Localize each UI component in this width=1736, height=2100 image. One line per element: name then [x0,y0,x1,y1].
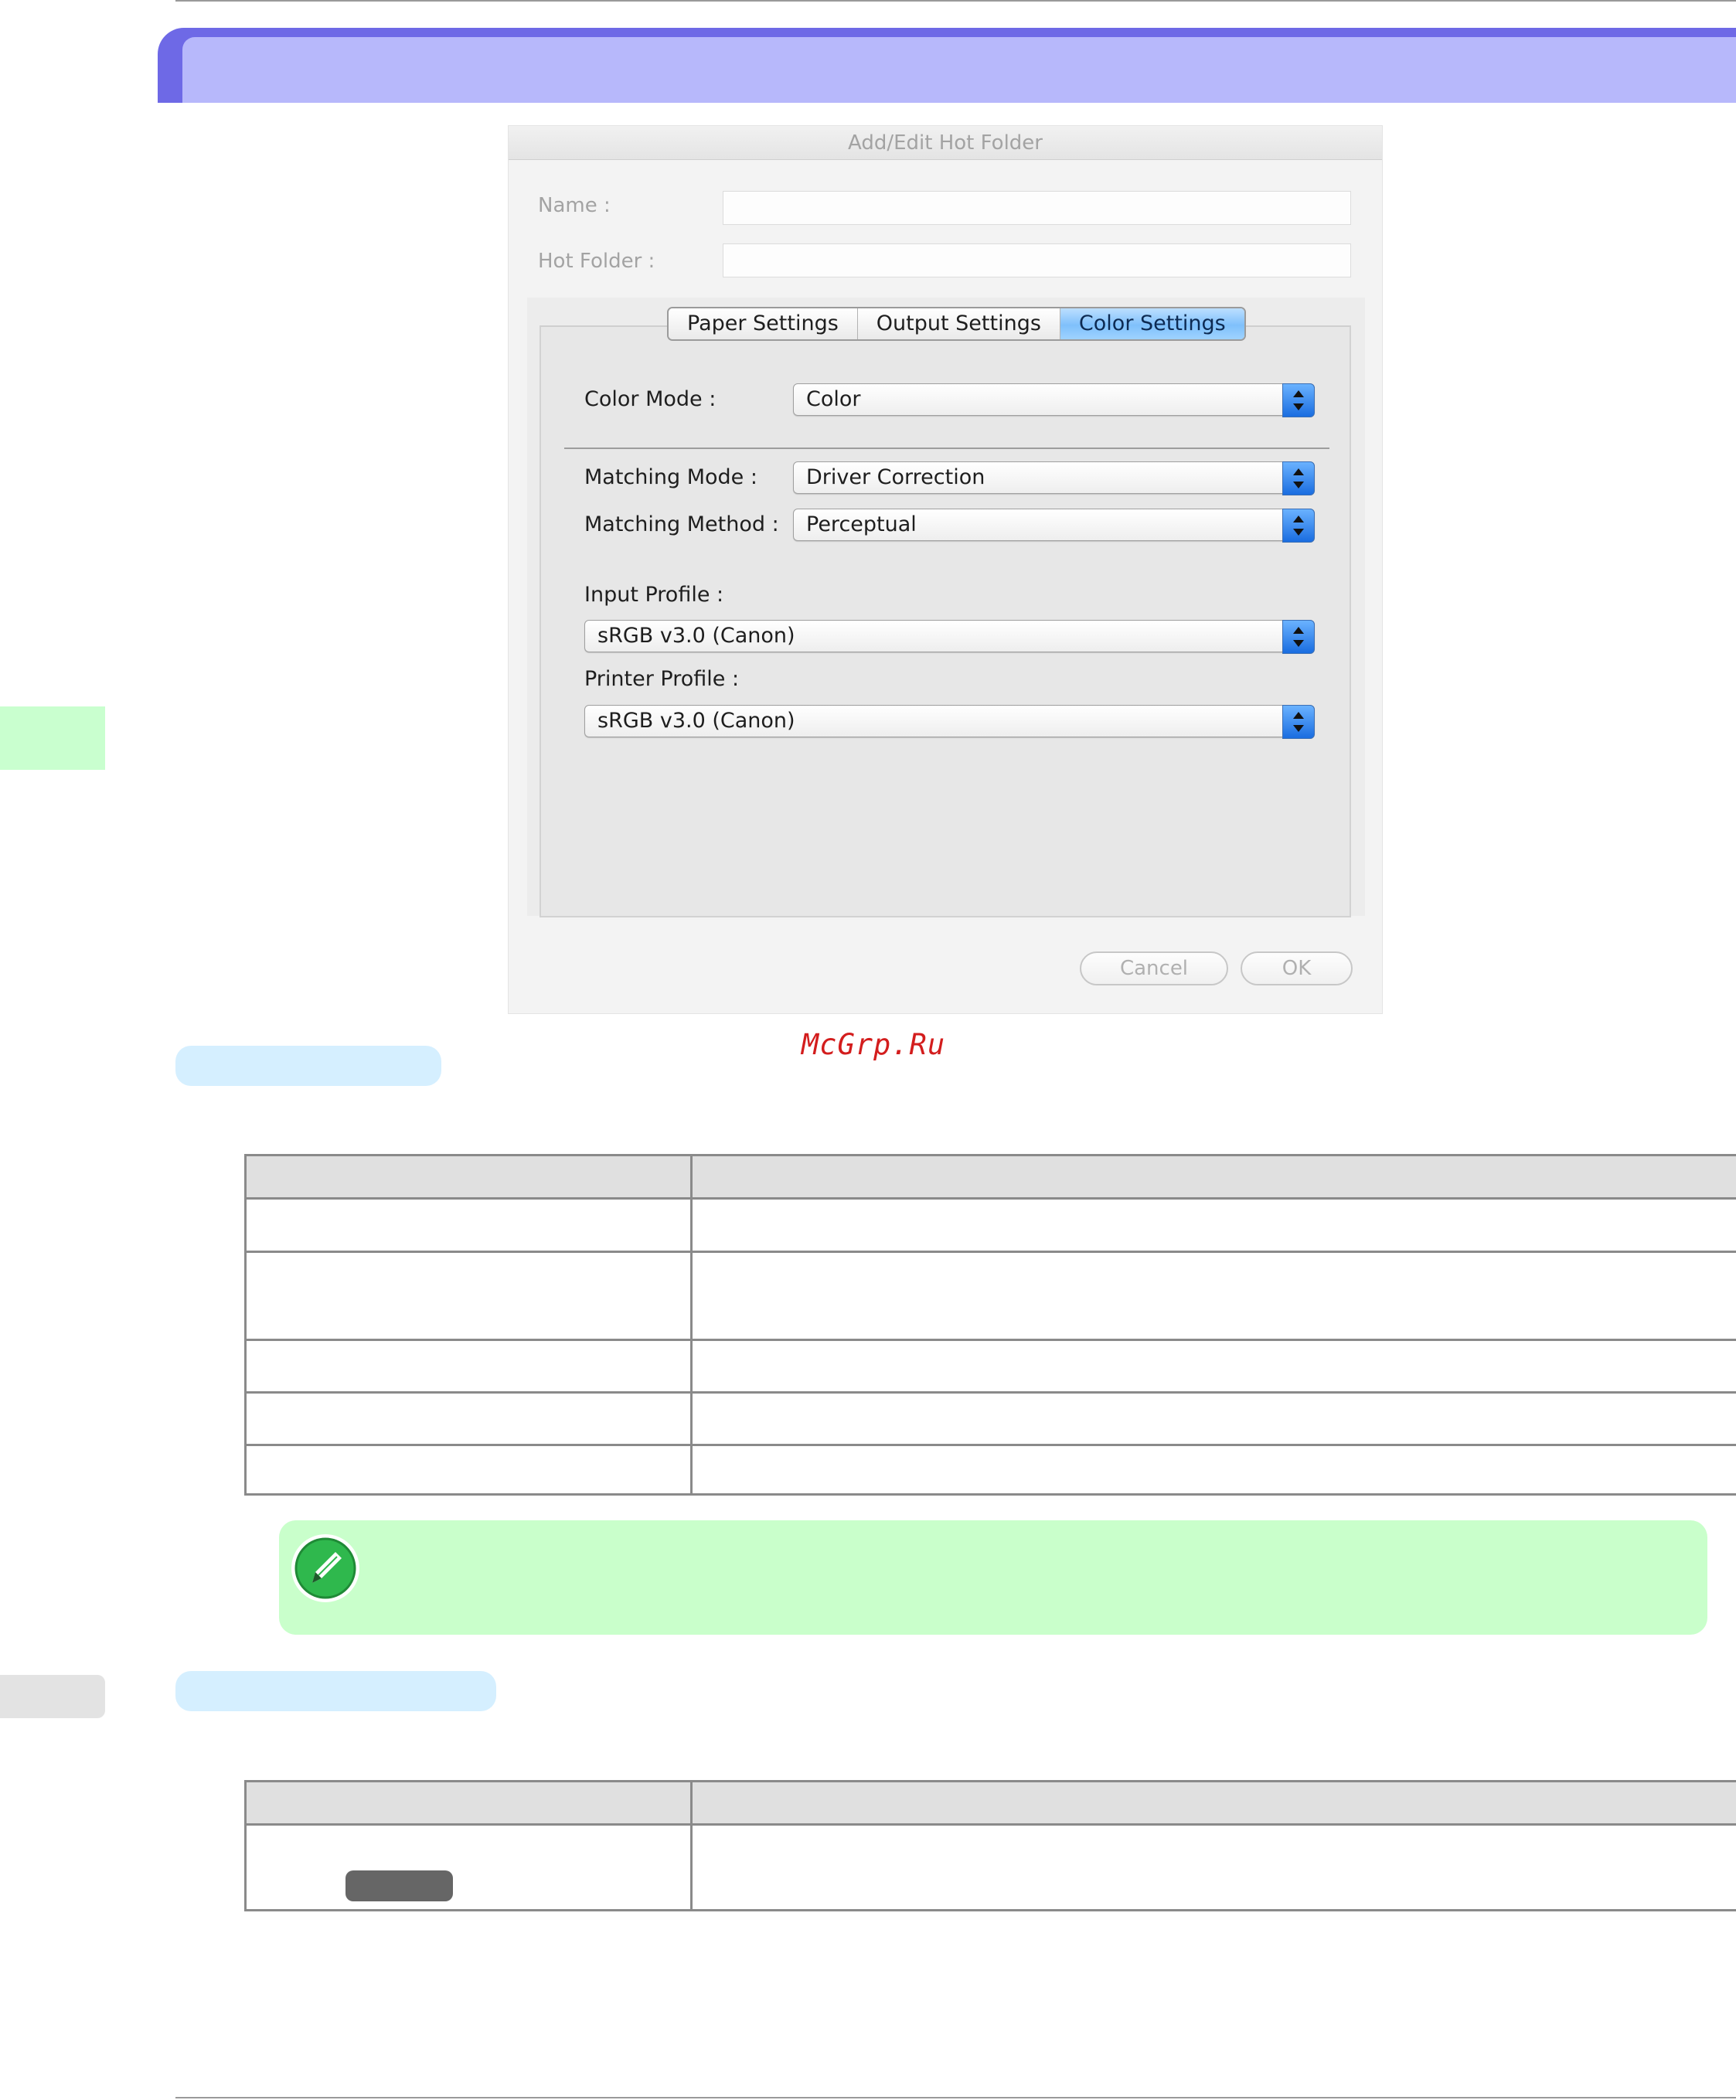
pencil-note-icon [289,1532,362,1605]
hot-folder-label: Hot Folder : [538,250,655,273]
color-mode-select[interactable]: Color [793,383,1315,417]
watermark: McGrp.Ru [801,1028,946,1061]
hot-folder-input[interactable] [723,243,1351,277]
popup-stepper-icon [1282,620,1315,654]
section-separator [564,448,1329,449]
name-input[interactable] [723,191,1351,225]
table-row [247,1444,1736,1496]
side-chapter-tab[interactable] [0,706,105,770]
table-column-divider [690,1156,693,1493]
add-edit-hot-folder-dialog: Add/Edit Hot Folder Name : Hot Folder : … [508,125,1383,1014]
input-profile-select[interactable]: sRGB v3.0 (Canon) [584,620,1315,654]
color-mode-label: Color Mode : [584,387,717,411]
matching-method-select[interactable]: Perceptual [793,509,1315,543]
section-heading-pill [175,1671,496,1711]
printer-profile-value: sRGB v3.0 (Canon) [597,709,795,733]
settings-table [244,1154,1736,1496]
matching-method-label: Matching Method : [584,512,779,536]
printer-profile-label: Printer Profile : [584,667,740,691]
table-column-divider [690,1782,693,1909]
popup-stepper-icon [1282,383,1315,417]
tab-paper-settings[interactable]: Paper Settings [669,308,858,339]
bottom-rule [175,2097,1736,2098]
tab-output-settings[interactable]: Output Settings [857,308,1060,339]
settings-table-2 [244,1780,1736,1911]
table-row [247,1339,1736,1394]
table-row [247,1823,1736,1911]
chapter-title-bar-inner [182,37,1736,103]
popup-stepper-icon [1282,461,1315,495]
matching-mode-value: Driver Correction [806,465,985,489]
input-profile-value: sRGB v3.0 (Canon) [597,624,795,648]
popup-stepper-icon [1282,705,1315,739]
section-heading-pill [175,1046,441,1086]
top-rule [175,0,1736,2]
matching-mode-label: Matching Mode : [584,465,757,489]
button-key-chip [345,1870,453,1901]
color-mode-value: Color [806,387,861,411]
table-row [247,1251,1736,1341]
dialog-title: Add/Edit Hot Folder [509,126,1382,160]
settings-tab-bar: Paper Settings Output Settings Color Set… [667,307,1246,341]
table-row [247,1197,1736,1253]
note-box [279,1520,1707,1635]
tab-color-settings[interactable]: Color Settings [1060,308,1244,339]
table-row [247,1391,1736,1446]
name-label: Name : [538,194,611,217]
matching-method-value: Perceptual [806,512,917,536]
side-page-tab[interactable] [0,1675,105,1718]
cancel-button[interactable]: Cancel [1080,951,1228,985]
table-header-row [247,1782,1736,1826]
printer-profile-select[interactable]: sRGB v3.0 (Canon) [584,705,1315,739]
input-profile-label: Input Profile : [584,583,724,607]
ok-button[interactable]: OK [1241,951,1353,985]
popup-stepper-icon [1282,509,1315,543]
table-header-row [247,1156,1736,1200]
matching-mode-select[interactable]: Driver Correction [793,461,1315,495]
